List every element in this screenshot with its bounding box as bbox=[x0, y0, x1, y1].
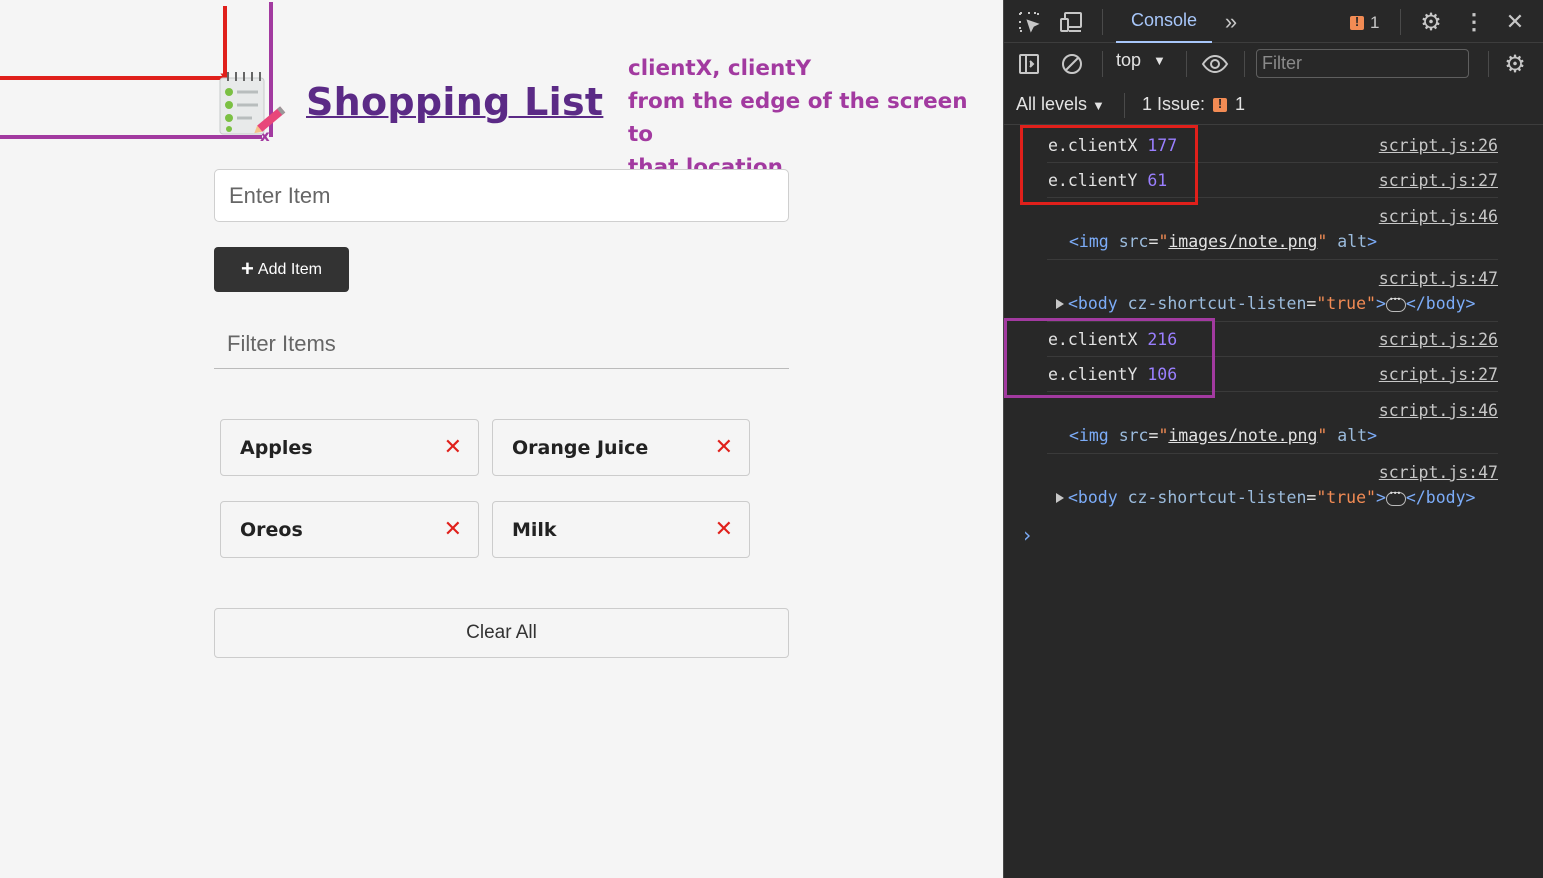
log-source-link[interactable]: script.js:27 bbox=[1379, 171, 1498, 190]
console-filter-input[interactable] bbox=[1256, 49, 1469, 78]
clear-all-button[interactable]: Clear All bbox=[214, 608, 789, 658]
toolbar-separator bbox=[1102, 51, 1103, 77]
console-prompt-icon[interactable]: › bbox=[1021, 523, 1033, 547]
log-source-link[interactable]: script.js:46 bbox=[1379, 401, 1498, 420]
more-tabs-chevron-icon[interactable]: » bbox=[1218, 9, 1244, 35]
expand-triangle-icon[interactable] bbox=[1056, 299, 1064, 309]
toolbar-separator bbox=[1488, 51, 1489, 77]
clear-console-icon[interactable] bbox=[1059, 51, 1085, 77]
expand-triangle-icon[interactable] bbox=[1056, 493, 1064, 503]
tab-console[interactable]: Console bbox=[1116, 0, 1212, 43]
console-log-row: script.js:46 <img src="images/note.png" … bbox=[1047, 392, 1498, 454]
red-highlight-box bbox=[1020, 125, 1198, 205]
toolbar-separator bbox=[1186, 51, 1187, 77]
page-title-link[interactable]: Shopping List bbox=[306, 80, 603, 124]
body-attr-value: true bbox=[1326, 488, 1367, 507]
item-label: Milk bbox=[512, 518, 557, 541]
note-logo-icon bbox=[218, 68, 290, 138]
item-input[interactable] bbox=[214, 169, 789, 222]
settings-gear-icon[interactable]: ⚙ bbox=[1418, 8, 1444, 36]
close-icon[interactable]: ✕ bbox=[1502, 8, 1528, 36]
log-source-link[interactable]: script.js:26 bbox=[1379, 136, 1498, 155]
tabbar-separator bbox=[1102, 9, 1103, 35]
levels-separator bbox=[1124, 93, 1125, 118]
device-toolbar-icon[interactable] bbox=[1058, 9, 1086, 35]
item-list: Apples ✕ Orange Juice ✕ Oreos ✕ Milk ✕ bbox=[220, 419, 760, 558]
inspect-element-icon[interactable] bbox=[1016, 9, 1042, 35]
ellipsis-icon[interactable] bbox=[1385, 295, 1406, 312]
live-expression-eye-icon[interactable] bbox=[1200, 51, 1230, 77]
img-element-log[interactable]: <img src="images/note.png" alt> bbox=[1069, 426, 1377, 445]
warning-count: 1 bbox=[1370, 13, 1380, 32]
log-source-link[interactable]: script.js:27 bbox=[1379, 365, 1498, 384]
body-attr-name: cz-shortcut-listen bbox=[1127, 294, 1307, 313]
img-element-log[interactable]: <img src="images/note.png" alt> bbox=[1069, 232, 1377, 251]
issues-label: 1 Issue: bbox=[1142, 94, 1206, 114]
red-horizontal-guide bbox=[0, 76, 223, 80]
log-levels-dropdown[interactable]: All levels ▼ bbox=[1016, 94, 1105, 115]
levels-label: All levels bbox=[1016, 94, 1088, 114]
list-item: Apples ✕ bbox=[220, 419, 479, 476]
web-page: x x Shopping List clientX, clientY from … bbox=[0, 0, 1003, 878]
caret-down-icon: ▼ bbox=[1092, 98, 1105, 113]
remove-icon[interactable]: ✕ bbox=[444, 436, 462, 459]
issues-button[interactable]: 1 Issue: 1 bbox=[1142, 94, 1245, 115]
body-attr-value: true bbox=[1326, 294, 1367, 313]
img-src-link[interactable]: images/note.png bbox=[1168, 232, 1317, 251]
console-settings-gear-icon[interactable]: ⚙ bbox=[1502, 50, 1528, 78]
list-item: Orange Juice ✕ bbox=[492, 419, 750, 476]
list-item: Oreos ✕ bbox=[220, 501, 479, 558]
console-log-row: script.js:47 <body cz-shortcut-listen="t… bbox=[1047, 260, 1498, 322]
body-element-log[interactable]: <body cz-shortcut-listen="true"></body> bbox=[1056, 488, 1475, 507]
purple-highlight-box bbox=[1004, 318, 1215, 398]
annotation-line-1: clientX, clientY bbox=[628, 56, 812, 81]
img-src-link[interactable]: images/note.png bbox=[1168, 426, 1317, 445]
filter-items-input[interactable] bbox=[214, 320, 789, 369]
log-source-link[interactable]: script.js:46 bbox=[1379, 207, 1498, 226]
list-item: Milk ✕ bbox=[492, 501, 750, 558]
tabbar-separator bbox=[1400, 9, 1401, 35]
annotation-line-2: from the edge of the screen to bbox=[628, 89, 968, 147]
toolbar-separator bbox=[1244, 51, 1245, 77]
annotation-note: clientX, clientY from the edge of the sc… bbox=[628, 52, 998, 184]
remove-icon[interactable]: ✕ bbox=[715, 436, 733, 459]
add-item-button[interactable]: + Add Item bbox=[214, 247, 349, 292]
item-label: Oreos bbox=[240, 518, 303, 541]
levels-bar: All levels ▼ 1 Issue: 1 bbox=[1004, 86, 1543, 125]
warning-counter[interactable]: 1 bbox=[1350, 12, 1379, 34]
item-label: Apples bbox=[240, 436, 313, 459]
body-attr-name: cz-shortcut-listen bbox=[1127, 488, 1307, 507]
remove-icon[interactable]: ✕ bbox=[444, 518, 462, 541]
context-label: top bbox=[1116, 50, 1142, 70]
add-item-label: Add Item bbox=[257, 260, 322, 278]
log-source-link[interactable]: script.js:47 bbox=[1379, 269, 1498, 288]
sidebar-toggle-icon[interactable] bbox=[1016, 51, 1042, 77]
console-log-row: script.js:46 <img src="images/note.png" … bbox=[1047, 198, 1498, 260]
issue-badge-icon bbox=[1213, 96, 1228, 112]
console-log-row: script.js:47 <body cz-shortcut-listen="t… bbox=[1047, 454, 1498, 516]
log-source-link[interactable]: script.js:47 bbox=[1379, 463, 1498, 482]
issues-count: 1 bbox=[1235, 94, 1246, 114]
log-source-link[interactable]: script.js:26 bbox=[1379, 330, 1498, 349]
caret-down-icon: ▼ bbox=[1153, 53, 1166, 68]
ellipsis-icon[interactable] bbox=[1385, 489, 1406, 506]
devtools-panel: Console » 1 ⚙ ⋮ ✕ ⚙ top ▼ All levels bbox=[1003, 0, 1543, 878]
warning-badge-icon bbox=[1350, 14, 1364, 30]
context-selector[interactable]: top ▼ bbox=[1116, 50, 1166, 71]
devtools-tabbar: Console » 1 ⚙ ⋮ ✕ bbox=[1004, 0, 1543, 43]
item-label: Orange Juice bbox=[512, 436, 649, 459]
body-element-log[interactable]: <body cz-shortcut-listen="true"></body> bbox=[1056, 294, 1475, 313]
plus-icon: + bbox=[241, 255, 254, 281]
more-options-icon[interactable]: ⋮ bbox=[1463, 8, 1485, 36]
remove-icon[interactable]: ✕ bbox=[715, 518, 733, 541]
